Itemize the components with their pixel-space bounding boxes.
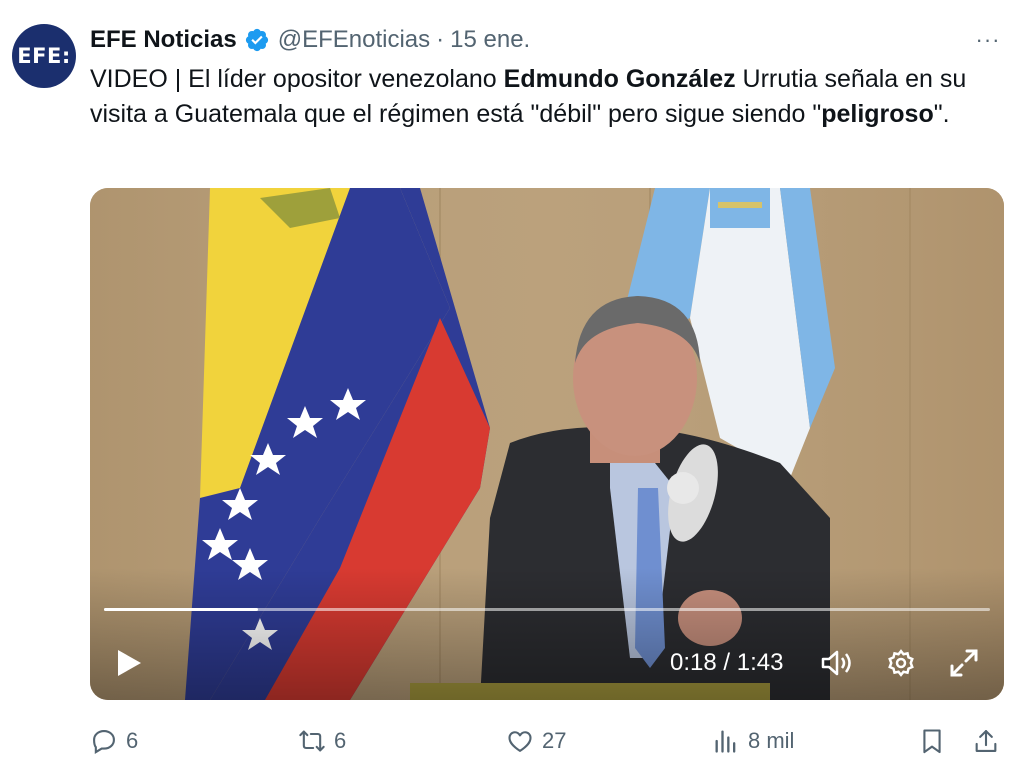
fullscreen-icon[interactable] <box>944 644 984 682</box>
settings-icon[interactable] <box>882 644 920 682</box>
reply-icon <box>93 730 115 754</box>
views-icon <box>715 730 736 753</box>
video-time: 0:18 / 1:43 <box>670 649 784 676</box>
like-count: 27 <box>542 728 567 753</box>
bookmark-button[interactable] <box>918 722 954 760</box>
views-count: 8 mil <box>748 728 795 753</box>
play-icon[interactable] <box>112 644 146 682</box>
tweet-text-bold: Edmundo González <box>503 65 736 93</box>
header-separator: · <box>436 26 445 53</box>
repost-icon <box>299 730 325 752</box>
tweet-text-part: ". <box>933 100 950 128</box>
volume-icon[interactable] <box>818 644 858 682</box>
tweet-text-part: VIDEO | El líder opositor venezolano <box>90 65 504 93</box>
avatar-text: EFE: <box>17 44 71 68</box>
more-icon[interactable]: ··· <box>970 26 1006 54</box>
reply-count: 6 <box>126 728 139 753</box>
tweet-text-bold: peligroso <box>821 100 934 128</box>
tweet-date[interactable]: 15 ene. <box>450 26 530 54</box>
tweet-text: VIDEO | El líder opositor venezolano Edm… <box>90 62 1000 132</box>
tweet-header: EFE Noticias @EFEnoticias · 15 ene. <box>90 24 530 56</box>
share-button[interactable] <box>972 722 1008 760</box>
video-player[interactable]: 0:18 / 1:43 <box>90 188 1004 700</box>
video-frame <box>90 188 1004 700</box>
reply-button[interactable]: 6 <box>90 722 138 760</box>
video-progress-bar[interactable] <box>104 608 990 611</box>
views-button[interactable]: 8 mil <box>712 722 794 760</box>
like-button[interactable]: 27 <box>506 722 566 760</box>
author-name[interactable]: EFE Noticias <box>90 26 237 54</box>
bookmark-icon <box>923 729 941 754</box>
avatar[interactable]: EFE: <box>12 24 76 88</box>
verified-badge-icon <box>245 28 268 52</box>
share-icon <box>975 730 997 752</box>
video-progress-fill <box>104 608 259 611</box>
repost-button[interactable]: 6 <box>298 722 346 760</box>
author-handle[interactable]: @EFEnoticias <box>278 26 430 54</box>
like-icon <box>508 731 532 752</box>
repost-count: 6 <box>334 728 347 753</box>
